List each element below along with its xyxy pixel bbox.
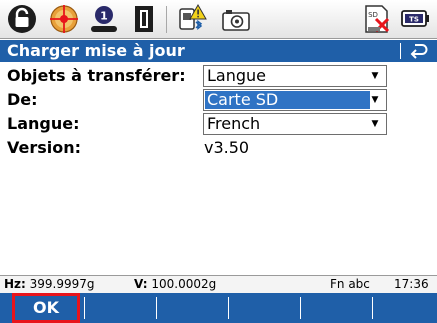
v-label: V: bbox=[134, 277, 148, 291]
return-arrow-icon[interactable] bbox=[409, 42, 429, 60]
clock: 17:36 bbox=[394, 277, 429, 291]
softkey-separator bbox=[300, 297, 301, 319]
dropdown-arrow-icon: ▼ bbox=[371, 95, 379, 105]
softkey-separator bbox=[228, 297, 229, 319]
sd-card-icon[interactable]: SD bbox=[360, 3, 392, 35]
svg-text:1: 1 bbox=[100, 10, 108, 23]
objects-value: Langue bbox=[207, 66, 266, 85]
v-value: 100.0002g bbox=[151, 277, 217, 291]
level-bubble-icon[interactable]: 1 bbox=[88, 3, 120, 35]
objects-dropdown[interactable]: Langue ▼ bbox=[203, 65, 387, 87]
from-label: De: bbox=[7, 90, 38, 109]
instrument-icon[interactable] bbox=[128, 3, 160, 35]
hz-readout: Hz: 399.9997g bbox=[4, 276, 95, 293]
toolbar: 1 SD TS bbox=[0, 0, 437, 39]
camera-icon[interactable] bbox=[220, 3, 252, 35]
hz-value: 399.9997g bbox=[29, 277, 95, 291]
version-label: Version: bbox=[7, 138, 82, 157]
bluetooth-warning-icon[interactable] bbox=[176, 3, 208, 35]
toolbar-separator bbox=[166, 6, 167, 33]
dropdown-arrow-icon: ▼ bbox=[371, 119, 379, 129]
v-readout: V: 100.0002g bbox=[134, 276, 216, 293]
version-row: Version: v3.50 bbox=[0, 136, 437, 160]
ok-button[interactable]: OK bbox=[12, 293, 80, 323]
hz-label: Hz: bbox=[4, 277, 26, 291]
title-separator bbox=[400, 43, 401, 59]
version-value: v3.50 bbox=[204, 138, 250, 157]
from-row: De: Carte SD ▼ bbox=[0, 88, 437, 112]
prism-target-icon[interactable] bbox=[48, 3, 80, 35]
language-row: Langue: French ▼ bbox=[0, 112, 437, 136]
language-dropdown[interactable]: French ▼ bbox=[203, 113, 387, 135]
sd-card-text: SD bbox=[368, 11, 378, 19]
from-dropdown[interactable]: Carte SD ▼ bbox=[203, 89, 387, 111]
objects-label: Objets à transférer: bbox=[7, 66, 186, 85]
input-mode[interactable]: Fn abc bbox=[330, 276, 370, 293]
softkey-separator bbox=[84, 297, 85, 319]
softkey-separator bbox=[372, 297, 373, 319]
softkey-separator bbox=[156, 297, 157, 319]
objects-row: Objets à transférer: Langue ▼ bbox=[0, 64, 437, 88]
page-title: Charger mise à jour bbox=[7, 41, 185, 60]
language-value: French bbox=[207, 114, 261, 133]
lock-icon[interactable] bbox=[6, 3, 38, 35]
from-value: Carte SD bbox=[205, 91, 370, 109]
battery-text: TS bbox=[409, 16, 419, 24]
status-bar: Hz: 399.9997g V: 100.0002g Fn abc 17:36 bbox=[0, 275, 437, 293]
softkey-bar: OK bbox=[0, 293, 437, 323]
battery-icon: TS bbox=[401, 10, 429, 27]
language-label: Langue: bbox=[7, 114, 80, 133]
title-bar: Charger mise à jour bbox=[0, 40, 437, 62]
dropdown-arrow-icon: ▼ bbox=[371, 71, 379, 81]
